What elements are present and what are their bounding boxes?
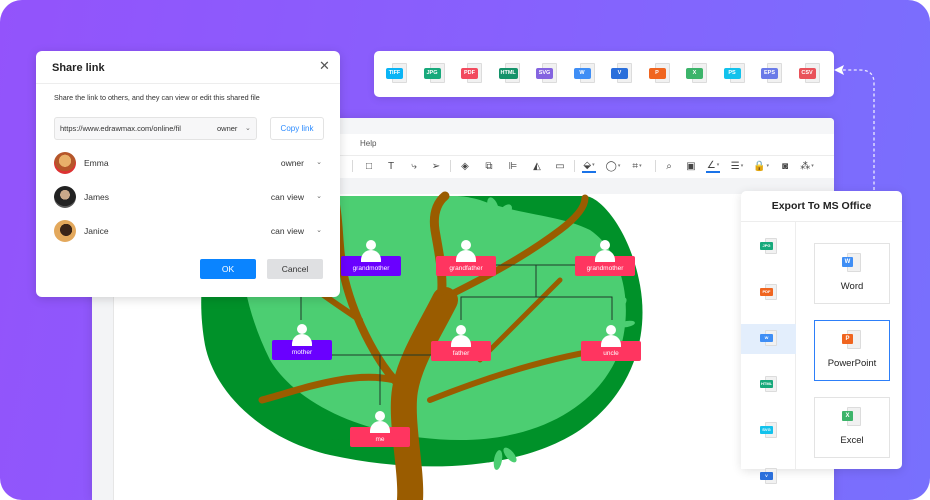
format-label: PDF [760,288,773,296]
format-w-icon[interactable]: W [573,62,598,86]
format-svg-icon[interactable]: SVG [536,62,560,86]
tree-node-father[interactable]: father [431,325,491,361]
link-field[interactable]: https://www.edrawmax.com/online/fil owne… [54,117,257,140]
format-sidebar: JPG PDF W HTML SVG V [741,222,796,484]
arrow-head-icon [834,65,844,75]
option-label: Excel [840,435,864,446]
format-label: TIFF [386,68,403,79]
format-label: PS [723,68,741,79]
format-label: X [686,68,703,79]
member-row: James can view ⌄ [54,186,324,210]
copy-link-button[interactable]: Copy link [270,117,324,140]
format-ps-icon[interactable]: PS [723,62,748,86]
tree-node-grandmother-maternal[interactable]: grandmother [575,240,635,276]
member-role-select[interactable]: owner [281,158,304,168]
format-label: P [648,68,666,79]
format-label: HTML [498,68,518,79]
member-row: Janice can view ⌄ [54,220,324,244]
tree-node-me[interactable]: me [350,411,410,447]
person-icon [455,240,477,262]
format-label: SVG [536,68,553,79]
person-icon [360,240,382,262]
cancel-button[interactable]: Cancel [267,259,323,279]
format-p-icon[interactable]: P [648,62,673,86]
person-icon [594,240,616,262]
avatar [54,186,76,208]
person-icon [369,411,391,433]
member-row: Emma owner ⌄ [54,152,324,176]
word-icon: W [842,257,853,267]
member-role-select[interactable]: can view [271,226,304,236]
excel-icon: X [842,411,853,421]
member-role-select[interactable]: can view [271,192,304,202]
export-option-word[interactable]: W Word [814,243,890,304]
divider [36,83,340,84]
ok-button[interactable]: OK [200,259,256,279]
link-permission-select[interactable]: owner [217,124,237,133]
format-jpg-icon[interactable]: JPG [423,62,448,86]
export-option-powerpoint[interactable]: P PowerPoint [814,320,890,381]
option-label: Word [840,281,864,292]
format-eps-icon[interactable]: EPS [761,62,785,86]
side-format-jpg-icon[interactable]: JPG [741,232,796,262]
format-label: PDF [461,68,478,79]
powerpoint-icon: P [842,334,853,344]
format-html-icon[interactable]: HTML [498,62,523,86]
avatar [54,220,76,242]
side-format-svg-icon[interactable]: SVG [741,416,796,446]
format-csv-icon[interactable]: CSV [798,62,823,86]
tree-node-mother[interactable]: mother [272,324,332,360]
format-label: EPS [761,68,778,79]
member-name: James [84,192,110,202]
avatar [54,152,76,174]
member-name: Emma [84,158,109,168]
chevron-down-icon[interactable]: ⌄ [316,158,322,166]
format-label: HTML [760,380,774,388]
format-x-icon[interactable]: X [686,62,710,86]
format-label: SVG [760,426,773,434]
share-link-dialog: Share link ✕ Share the link to others, a… [36,51,340,297]
option-label: PowerPoint [827,358,877,369]
person-icon [291,324,313,346]
person-icon [600,325,622,347]
format-label: V [611,68,628,79]
tree-node-grandfather[interactable]: grandfather [436,240,496,276]
format-tiff-icon[interactable]: TIFF [386,62,410,86]
dashed-arrow [834,65,875,190]
tree-node-grandmother-paternal[interactable]: grandmother [341,240,401,276]
side-format-pdf-icon[interactable]: PDF [741,278,796,308]
export-formats-bar: TIFF JPG PDF HTML SVG W V P X PS EPS CSV [374,51,834,97]
person-icon [450,325,472,347]
format-label: V [760,472,773,480]
tree-node-uncle[interactable]: uncle [581,325,641,361]
chevron-down-icon[interactable]: ⌄ [245,124,251,132]
format-label: CSV [798,68,816,79]
panel-title: Export To MS Office [771,200,872,212]
chevron-down-icon[interactable]: ⌄ [316,226,322,234]
format-label: JPG [423,68,441,79]
dialog-title: Share link [52,62,105,74]
export-ms-office-panel: Export To MS Office JPG PDF W HTML SVG V W Wor… [741,191,902,484]
side-format-w-icon[interactable]: W [741,324,796,354]
link-url[interactable]: https://www.edrawmax.com/online/fil [60,124,205,133]
format-label: W [573,68,591,79]
side-format-v-icon[interactable]: V [741,462,796,492]
dialog-description: Share the link to others, and they can v… [54,93,260,102]
close-icon[interactable]: ✕ [319,58,330,74]
export-option-excel[interactable]: X Excel [814,397,890,458]
format-v-icon[interactable]: V [611,62,635,86]
chevron-down-icon[interactable]: ⌄ [316,192,322,200]
side-format-html-icon[interactable]: HTML [741,370,796,400]
format-label: JPG [760,242,773,250]
format-pdf-icon[interactable]: PDF [461,62,485,86]
format-label: W [760,334,773,342]
member-name: Janice [84,226,109,236]
